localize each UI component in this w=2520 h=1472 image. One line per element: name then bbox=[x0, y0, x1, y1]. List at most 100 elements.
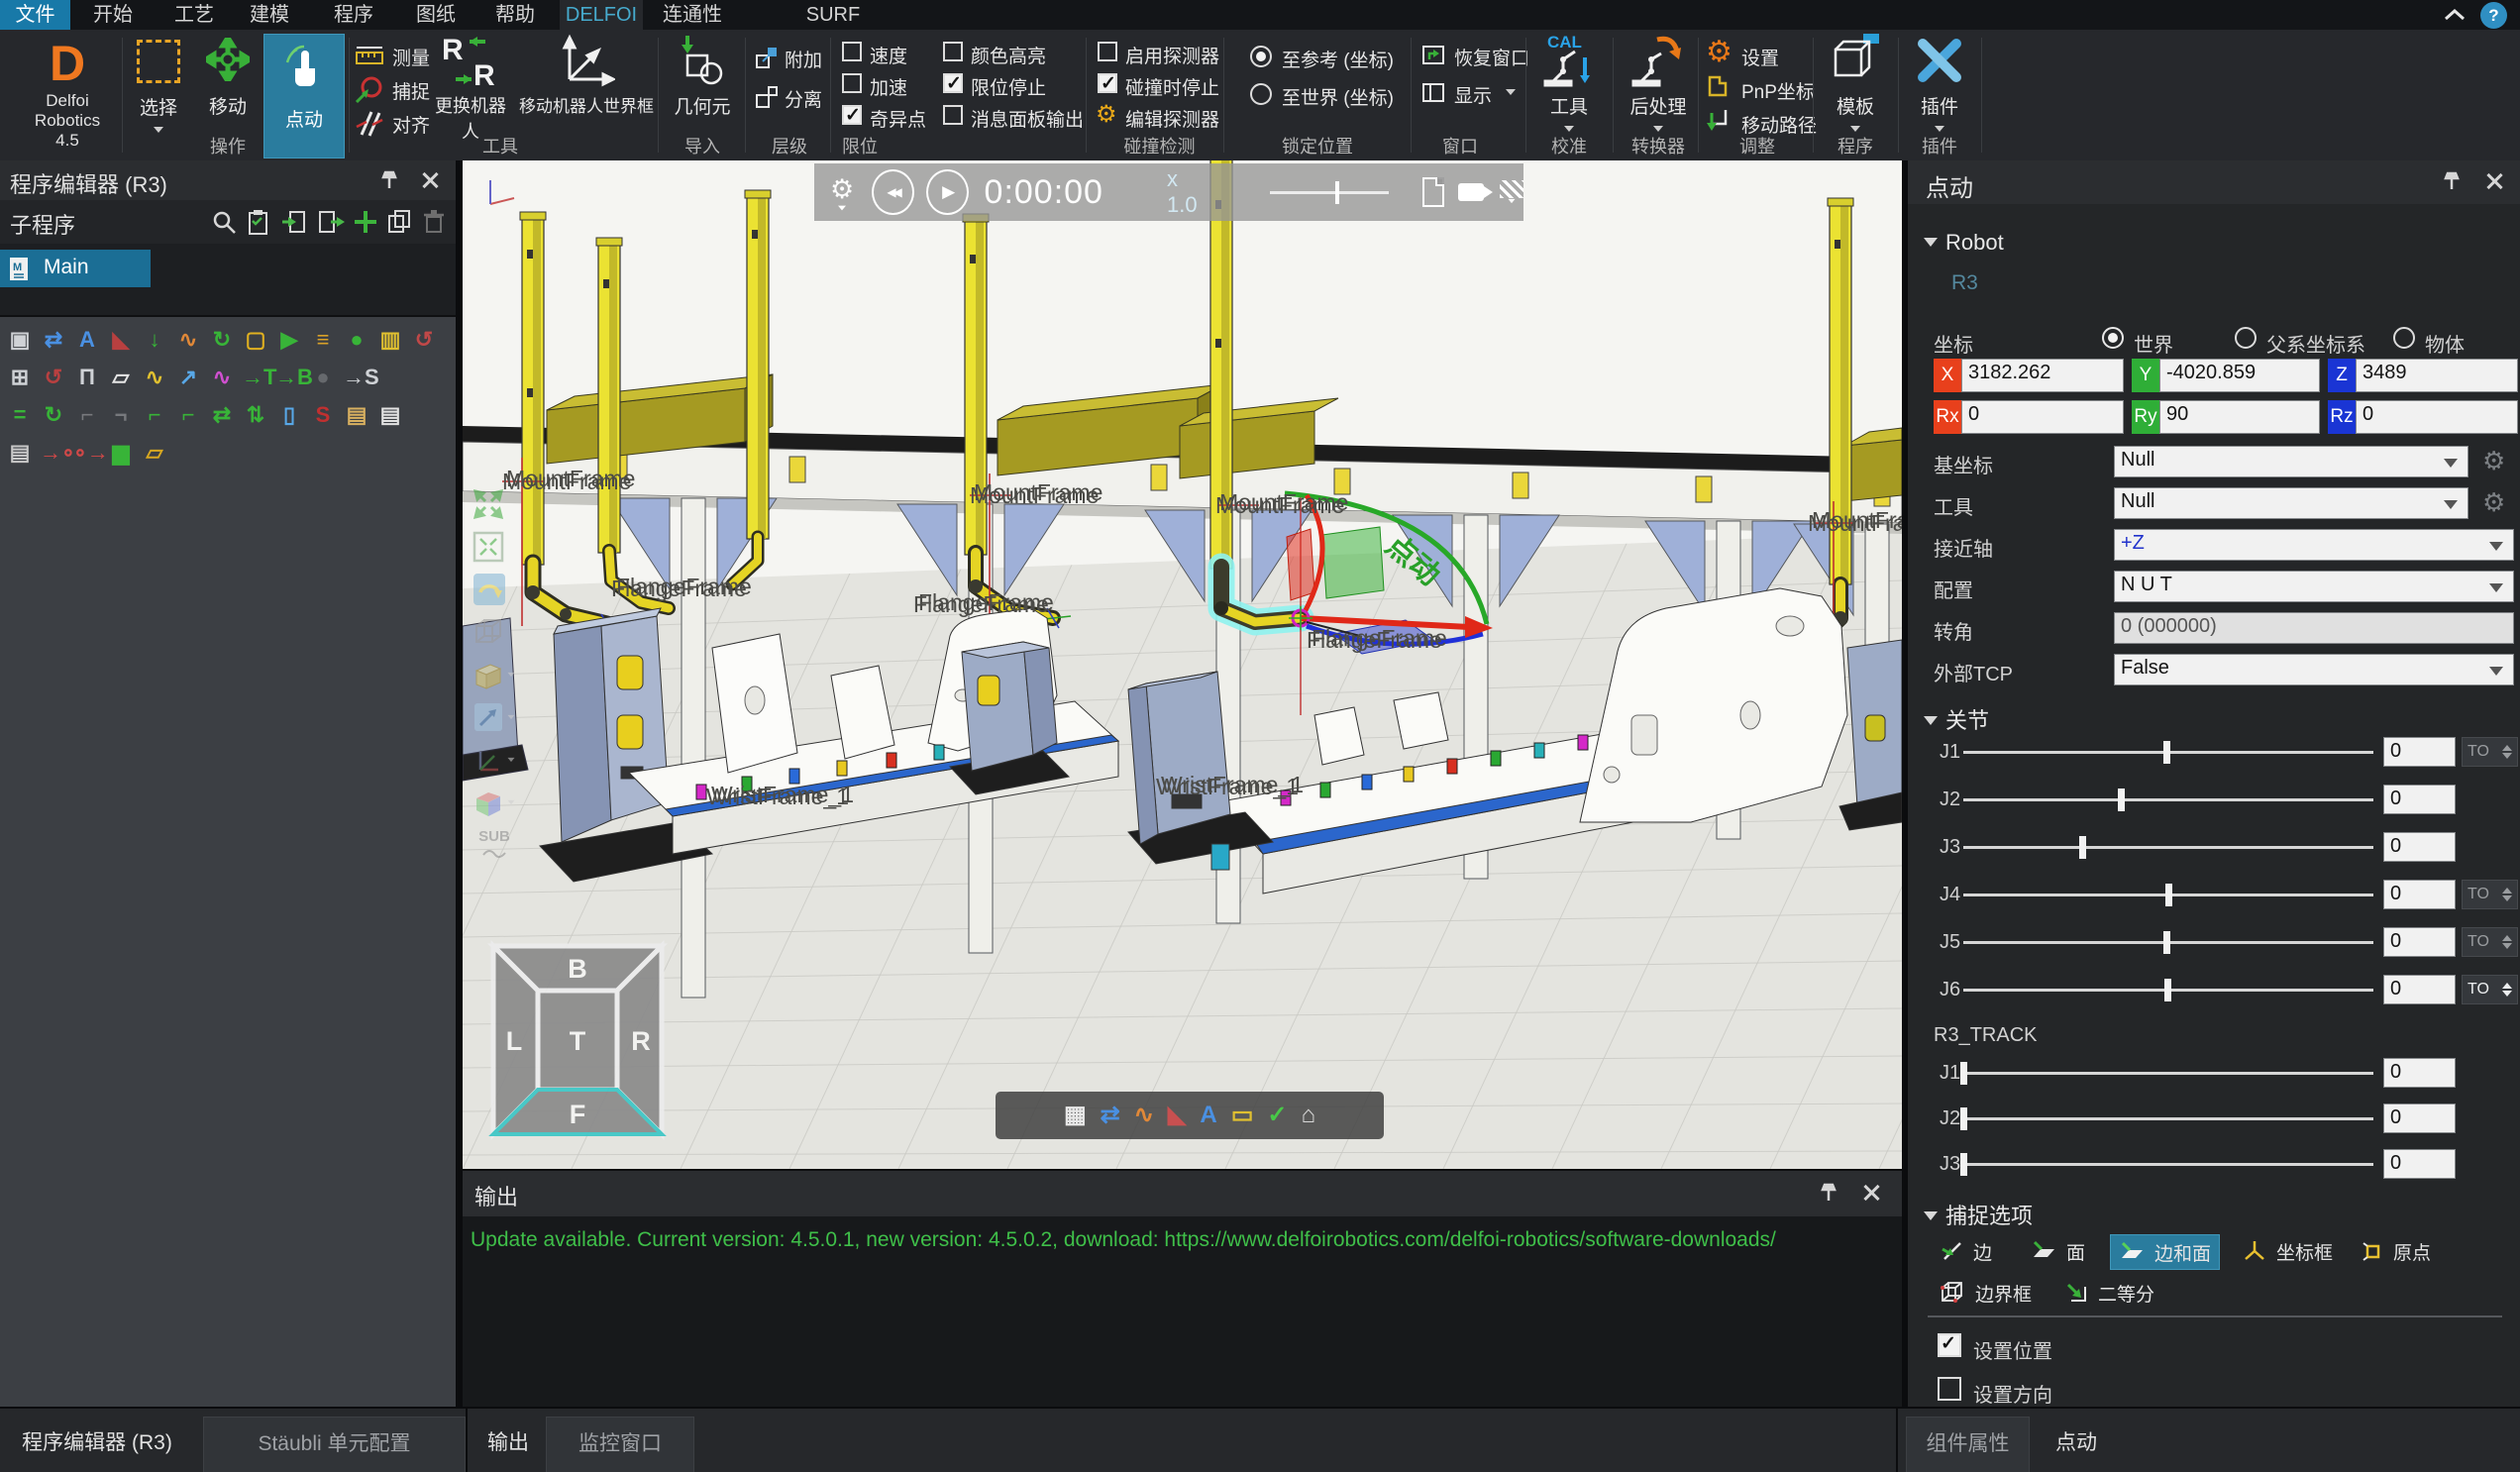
x-input[interactable]: 3182.262 bbox=[1961, 359, 2124, 392]
joints-section-header[interactable]: 关节 bbox=[1924, 703, 1989, 735]
menu-connectivity[interactable]: 连通性 bbox=[658, 0, 727, 30]
update-message[interactable]: Update available. Current version: 4.5.0… bbox=[471, 1228, 1776, 1252]
editor-toolbar-icon[interactable]: ↻ bbox=[208, 325, 236, 355]
geometry-button[interactable]: 几何元 bbox=[670, 34, 735, 119]
tab-component-properties[interactable]: 组件属性 bbox=[1906, 1417, 2030, 1472]
editor-toolbar-icon[interactable]: ⌐ bbox=[73, 400, 101, 430]
editor-toolbar-icon[interactable]: ↺ bbox=[410, 325, 438, 355]
editor-toolbar-icon[interactable]: A bbox=[73, 325, 101, 355]
editor-toolbar-icon[interactable]: S bbox=[309, 400, 337, 430]
color-highlight-checkbox[interactable] bbox=[943, 42, 963, 61]
joint-slider[interactable] bbox=[1963, 1117, 2373, 1120]
postprocess-button[interactable]: 后处理 bbox=[1623, 32, 1694, 137]
editor-toolbar-icon[interactable]: ↓ bbox=[141, 325, 168, 355]
pin-icon[interactable] bbox=[2441, 170, 2463, 192]
export-pdf-icon[interactable] bbox=[1422, 177, 1444, 207]
editor-toolbar-icon[interactable]: ▆ bbox=[107, 438, 135, 468]
editor-toolbar-icon[interactable]: ◣ bbox=[107, 325, 135, 355]
ribbon-collapse-icon[interactable] bbox=[2443, 6, 2467, 29]
y-input[interactable]: -4020.859 bbox=[2159, 359, 2320, 392]
play-button[interactable] bbox=[926, 169, 969, 215]
zoom-fit-icon[interactable] bbox=[472, 487, 516, 521]
help-icon[interactable]: ? bbox=[2480, 2, 2507, 29]
editor-toolbar-icon[interactable]: ⌐ bbox=[141, 400, 168, 430]
editor-toolbar-icon[interactable]: ▤ bbox=[343, 400, 370, 430]
editor-toolbar-icon[interactable]: ▱ bbox=[141, 438, 168, 468]
editor-toolbar-icon[interactable]: ▤ bbox=[376, 400, 404, 430]
menu-drawing[interactable]: 图纸 bbox=[412, 0, 460, 30]
tab-program-editor[interactable]: 程序编辑器 (R3) bbox=[8, 1417, 186, 1472]
editor-toolbar-icon[interactable]: ⇄ bbox=[40, 325, 67, 355]
align-button[interactable]: 对齐 bbox=[355, 109, 384, 142]
frame-tool-icon[interactable] bbox=[472, 700, 516, 734]
joint-value-input[interactable]: 0 bbox=[2383, 737, 2456, 767]
joint-slider-handle[interactable] bbox=[2079, 836, 2086, 859]
joint-slider-handle[interactable] bbox=[2163, 931, 2170, 954]
editor-toolbar-icon[interactable]: →S bbox=[343, 363, 370, 392]
editor-toolbar-icon[interactable]: ▣ bbox=[6, 325, 34, 355]
axes-tool-icon[interactable] bbox=[472, 743, 516, 777]
coord-world-radio[interactable] bbox=[2102, 327, 2124, 349]
copy-icon[interactable] bbox=[386, 209, 412, 235]
pin-icon[interactable] bbox=[1818, 1182, 1839, 1204]
editor-toolbar-icon[interactable]: ⇅ bbox=[242, 400, 269, 430]
joint-slider[interactable] bbox=[1963, 894, 2373, 896]
editor-toolbar-icon[interactable]: ↻ bbox=[40, 400, 67, 430]
search-icon[interactable] bbox=[212, 210, 238, 236]
config-select[interactable]: N U T bbox=[2114, 571, 2514, 602]
measure-button[interactable]: 测量 bbox=[355, 44, 384, 72]
plugins-button[interactable]: 插件 bbox=[1908, 32, 1971, 137]
sub-tool[interactable]: SUB bbox=[472, 828, 516, 872]
viewcube-top[interactable]: T bbox=[570, 1026, 586, 1056]
view-cube[interactable]: B L T R F bbox=[493, 946, 662, 1134]
speed-slider[interactable] bbox=[1270, 191, 1389, 194]
set-position-checkbox[interactable] bbox=[1938, 1333, 1961, 1357]
ry-input[interactable]: 90 bbox=[2159, 400, 2320, 434]
joint-slider[interactable] bbox=[1963, 1163, 2373, 1166]
joint-slider[interactable] bbox=[1963, 751, 2373, 754]
viewport-tool-icon[interactable]: ∿ bbox=[1134, 1104, 1154, 1127]
joint-value-input[interactable]: 0 bbox=[2383, 1058, 2456, 1088]
settings-button[interactable]: 设置 bbox=[1741, 44, 1779, 70]
singularity-checkbox[interactable] bbox=[842, 105, 862, 125]
snap-origin-button[interactable]: 原点 bbox=[2352, 1234, 2439, 1268]
viewport-tool-icon[interactable]: ⇄ bbox=[1101, 1104, 1120, 1127]
snap-edge-face-button[interactable]: 边和面 bbox=[2110, 1234, 2220, 1270]
viewport-tool-icon[interactable]: ▦ bbox=[1064, 1104, 1087, 1127]
pin-icon[interactable] bbox=[378, 169, 400, 191]
orbit-tool-icon[interactable] bbox=[472, 573, 516, 606]
editor-toolbar-icon[interactable]: ¬ bbox=[107, 400, 135, 430]
editor-toolbar-icon[interactable]: Π bbox=[73, 363, 101, 392]
editor-toolbar-icon[interactable]: = bbox=[6, 400, 34, 430]
playback-settings-button[interactable] bbox=[830, 174, 854, 211]
editor-toolbar-icon[interactable]: ● bbox=[343, 325, 370, 355]
snap-section-header[interactable]: 捕捉选项 bbox=[1924, 1199, 2033, 1230]
tab-jog[interactable]: 点动 bbox=[2047, 1417, 2106, 1472]
joint-slider-handle[interactable] bbox=[1960, 1062, 1967, 1085]
menu-modeling[interactable]: 建模 bbox=[246, 0, 293, 30]
editor-toolbar-icon[interactable]: ▤ bbox=[6, 438, 34, 468]
joint-value-input[interactable]: 0 bbox=[2383, 1149, 2456, 1179]
coord-object-radio[interactable] bbox=[2393, 327, 2415, 349]
viewport-tool-icon[interactable]: ✓ bbox=[1267, 1104, 1287, 1127]
joint-value-input[interactable]: 0 bbox=[2383, 832, 2456, 862]
menu-help[interactable]: 帮助 bbox=[491, 0, 539, 30]
detach-button[interactable]: 分离 bbox=[755, 85, 779, 114]
close-panel-icon[interactable] bbox=[420, 170, 440, 190]
editor-toolbar-icon[interactable]: →∘ bbox=[40, 438, 67, 468]
calibration-tools-button[interactable]: CAL 工具 bbox=[1537, 32, 1601, 137]
approach-axis-select[interactable]: +Z bbox=[2114, 529, 2514, 561]
snap-edge-button[interactable]: 边 bbox=[1932, 1234, 2000, 1268]
pnp-button[interactable]: PnP坐标 bbox=[1741, 77, 1815, 104]
rgb-cube-icon[interactable] bbox=[472, 786, 516, 819]
delete-icon[interactable] bbox=[422, 209, 446, 235]
tool-select[interactable]: Null bbox=[2114, 487, 2468, 519]
display-button[interactable]: 显示 bbox=[1420, 81, 1446, 110]
editor-toolbar-icon[interactable]: ∿ bbox=[208, 363, 236, 392]
to-world-radio[interactable] bbox=[1250, 83, 1272, 105]
editor-toolbar-icon[interactable]: →T bbox=[242, 363, 269, 392]
tab-staubli-cell-config[interactable]: Stäubli 单元配置 bbox=[203, 1417, 466, 1472]
editor-toolbar-icon[interactable]: ● bbox=[309, 363, 337, 392]
editor-toolbar-icon[interactable]: ▯ bbox=[275, 400, 303, 430]
base-frame-gear-icon[interactable] bbox=[2482, 448, 2505, 473]
